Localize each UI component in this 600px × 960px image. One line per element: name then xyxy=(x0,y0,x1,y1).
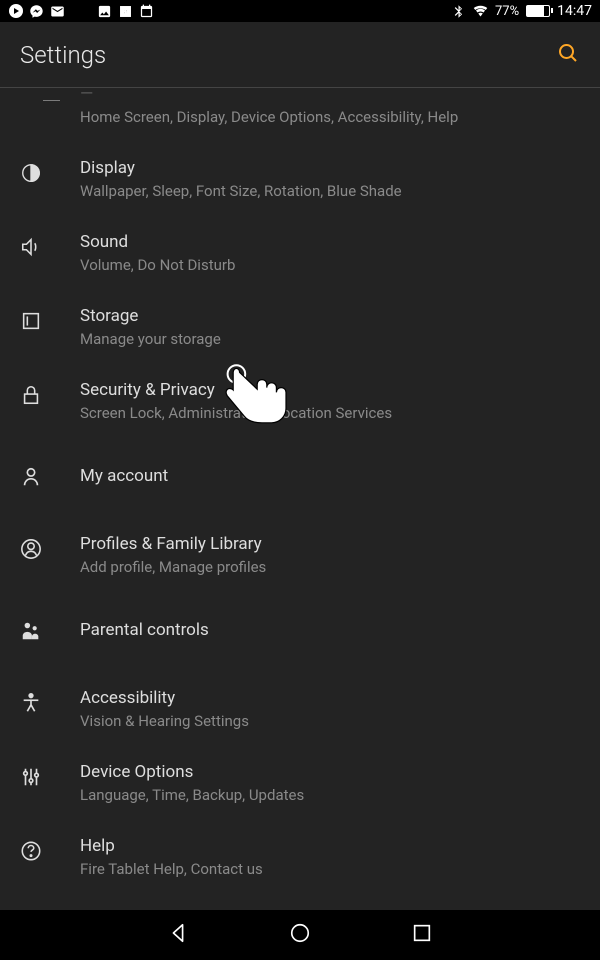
settings-item-display[interactable]: Display Wallpaper, Sleep, Font Size, Rot… xyxy=(0,142,600,216)
storage-title: Storage xyxy=(80,306,580,326)
truncated-subtitle: Home Screen, Display, Device Options, Ac… xyxy=(80,108,580,126)
settings-item-sound[interactable]: Sound Volume, Do Not Disturb xyxy=(0,216,600,290)
settings-item-profiles[interactable]: Profiles & Family Library Add profile, M… xyxy=(0,518,600,592)
display-title: Display xyxy=(80,158,580,178)
settings-item-account[interactable]: My account xyxy=(0,438,600,518)
sliders-icon xyxy=(20,746,60,788)
family-icon xyxy=(20,592,60,642)
accessibility-title: Accessibility xyxy=(80,688,580,708)
settings-list: — Home Screen, Display, Device Options, … xyxy=(0,88,600,910)
profiles-subtitle: Add profile, Manage profiles xyxy=(80,558,580,576)
search-button[interactable] xyxy=(556,41,580,69)
settings-item-help[interactable]: Help Fire Tablet Help, Contact us xyxy=(0,820,600,894)
storage-icon xyxy=(20,290,60,332)
page-title: Settings xyxy=(20,41,106,69)
volume-icon xyxy=(20,216,60,258)
settings-item-security[interactable]: Security & Privacy Screen Lock, Administ… xyxy=(0,364,600,438)
settings-item-truncated[interactable]: — Home Screen, Display, Device Options, … xyxy=(0,88,600,142)
settings-item-device[interactable]: Device Options Language, Time, Backup, U… xyxy=(0,746,600,820)
messenger-icon xyxy=(29,4,44,19)
profiles-icon xyxy=(20,518,60,560)
settings-item-parental[interactable]: Parental controls xyxy=(0,592,600,672)
nav-recent-button[interactable] xyxy=(411,922,433,948)
account-title: My account xyxy=(80,466,580,486)
help-title: Help xyxy=(80,836,580,856)
app-header: Settings xyxy=(0,22,600,88)
status-time: 14:47 xyxy=(557,3,592,19)
svg-text:a: a xyxy=(123,6,128,16)
settings-item-storage[interactable]: Storage Manage your storage xyxy=(0,290,600,364)
lock-icon xyxy=(20,364,60,406)
person-icon xyxy=(20,438,60,488)
settings-item-accessibility[interactable]: Accessibility Vision & Hearing Settings xyxy=(0,672,600,746)
status-bar: a 77% 14:47 xyxy=(0,0,600,22)
security-title: Security & Privacy xyxy=(80,380,580,400)
email-icon xyxy=(50,4,65,19)
sound-subtitle: Volume, Do Not Disturb xyxy=(80,256,580,274)
navigation-bar xyxy=(0,910,600,960)
legal-icon xyxy=(20,894,60,910)
help-subtitle: Fire Tablet Help, Contact us xyxy=(80,860,580,878)
contrast-icon xyxy=(20,142,60,184)
profiles-title: Profiles & Family Library xyxy=(80,534,580,554)
storage-subtitle: Manage your storage xyxy=(80,330,580,348)
battery-icon xyxy=(526,5,550,17)
amazon-icon: a xyxy=(118,4,133,19)
photo-icon xyxy=(97,4,112,19)
device-subtitle: Language, Time, Backup, Updates xyxy=(80,786,580,804)
settings-item-legal[interactable]: Legal & Compliance xyxy=(0,894,600,910)
wifi-icon xyxy=(473,4,488,19)
accessibility-subtitle: Vision & Hearing Settings xyxy=(80,712,580,730)
nav-home-button[interactable] xyxy=(289,922,311,948)
nav-back-button[interactable] xyxy=(167,922,189,948)
calendar-icon xyxy=(139,4,154,19)
play-icon xyxy=(8,4,23,19)
help-icon xyxy=(20,820,60,862)
parental-title: Parental controls xyxy=(80,620,580,640)
accessibility-icon xyxy=(20,672,60,714)
battery-percentage: 77% xyxy=(495,4,519,19)
bluetooth-icon xyxy=(451,4,466,19)
device-title: Device Options xyxy=(80,762,580,782)
display-subtitle: Wallpaper, Sleep, Font Size, Rotation, B… xyxy=(80,182,580,200)
security-subtitle: Screen Lock, Administrators, Location Se… xyxy=(80,404,580,422)
sound-title: Sound xyxy=(80,232,580,252)
